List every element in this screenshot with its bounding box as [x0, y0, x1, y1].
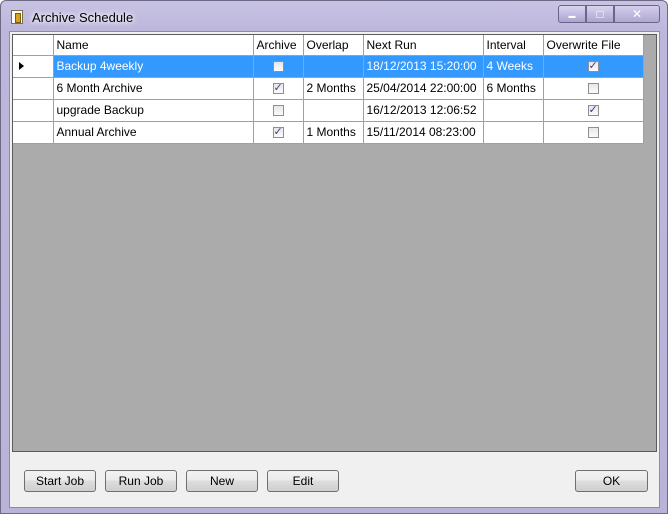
cell-next-run[interactable]: 16/12/2013 12:06:52 [363, 99, 484, 122]
row-header[interactable] [13, 55, 54, 78]
minimize-button[interactable]: ▬ [558, 5, 586, 23]
cell-overlap[interactable] [303, 55, 364, 78]
cell-archive[interactable] [253, 99, 304, 122]
cell-next-run[interactable]: 18/12/2013 15:20:00 [363, 55, 484, 78]
table-row[interactable]: Backup 4weekly 18/12/2013 15:20:00 4 Weeks [13, 55, 644, 78]
column-header-name[interactable]: Name [53, 35, 254, 56]
cell-interval[interactable] [483, 99, 544, 122]
cell-overlap[interactable] [303, 99, 364, 122]
header-row: Name Archive Overlap Next Run Interval O… [13, 35, 644, 56]
cell-name[interactable]: upgrade Backup [53, 99, 254, 122]
minimize-icon: ▬ [568, 13, 576, 20]
cell-name[interactable]: Annual Archive [53, 121, 254, 144]
cell-overwrite-file[interactable] [543, 99, 644, 122]
overwrite-file-checkbox[interactable] [587, 59, 599, 73]
close-icon: ✕ [631, 7, 643, 21]
row-header[interactable] [13, 121, 54, 144]
cell-interval[interactable]: 6 Months [483, 77, 544, 100]
column-header-archive[interactable]: Archive [253, 35, 304, 56]
cell-name[interactable]: 6 Month Archive [53, 77, 254, 100]
edit-button[interactable]: Edit [267, 470, 339, 492]
schedule-table: Name Archive Overlap Next Run Interval O… [13, 35, 644, 144]
overwrite-file-checkbox[interactable] [587, 103, 599, 117]
cell-interval[interactable] [483, 121, 544, 144]
cell-overwrite-file[interactable] [543, 55, 644, 78]
cell-overlap[interactable]: 2 Months [303, 77, 364, 100]
column-header-overwrite-file[interactable]: Overwrite File [543, 35, 644, 56]
overwrite-file-checkbox[interactable] [587, 83, 599, 95]
column-header-interval[interactable]: Interval [483, 35, 544, 56]
cell-archive[interactable] [253, 121, 304, 144]
cell-next-run[interactable]: 25/04/2014 22:00:00 [363, 77, 484, 100]
dialog-client-area: Name Archive Overlap Next Run Interval O… [9, 31, 660, 508]
schedule-grid[interactable]: Name Archive Overlap Next Run Interval O… [12, 34, 657, 452]
archive-checkbox[interactable] [272, 125, 284, 139]
cell-overwrite-file[interactable] [543, 121, 644, 144]
run-job-button[interactable]: Run Job [105, 470, 177, 492]
table-row[interactable]: Annual Archive 1 Months15/11/2014 08:23:0… [13, 121, 644, 144]
table-row[interactable]: 6 Month Archive 2 Months25/04/2014 22:00:… [13, 77, 644, 100]
cell-archive[interactable] [253, 77, 304, 100]
cell-next-run[interactable]: 15/11/2014 08:23:00 [363, 121, 484, 144]
cell-overwrite-file[interactable] [543, 77, 644, 100]
column-header-overlap[interactable]: Overlap [303, 35, 364, 56]
start-job-button[interactable]: Start Job [24, 470, 96, 492]
window-title: Archive Schedule [32, 10, 134, 25]
archive-checkbox[interactable] [272, 61, 284, 73]
row-header[interactable] [13, 99, 54, 122]
table-row[interactable]: upgrade Backup 16/12/2013 12:06:52 [13, 99, 644, 122]
maximize-button[interactable]: □ [586, 5, 614, 23]
current-row-arrow-icon [19, 62, 24, 70]
archive-checkbox[interactable] [272, 105, 284, 117]
ok-button[interactable]: OK [575, 470, 648, 492]
column-header-next-run[interactable]: Next Run [363, 35, 484, 56]
close-button[interactable]: ✕ [614, 5, 660, 23]
row-header-corner [13, 35, 54, 56]
cell-interval[interactable]: 4 Weeks [483, 55, 544, 78]
cell-name[interactable]: Backup 4weekly [53, 55, 254, 78]
overwrite-file-checkbox[interactable] [587, 127, 599, 139]
title-bar[interactable]: Archive Schedule ▬ □ ✕ [1, 1, 667, 31]
app-icon [11, 10, 23, 24]
row-header[interactable] [13, 77, 54, 100]
maximize-icon: □ [596, 7, 604, 21]
archive-schedule-window: Archive Schedule ▬ □ ✕ Name Archive Over… [0, 0, 668, 514]
cell-overlap[interactable]: 1 Months [303, 121, 364, 144]
cell-archive[interactable] [253, 55, 304, 78]
archive-checkbox[interactable] [272, 81, 284, 95]
new-button[interactable]: New [186, 470, 258, 492]
